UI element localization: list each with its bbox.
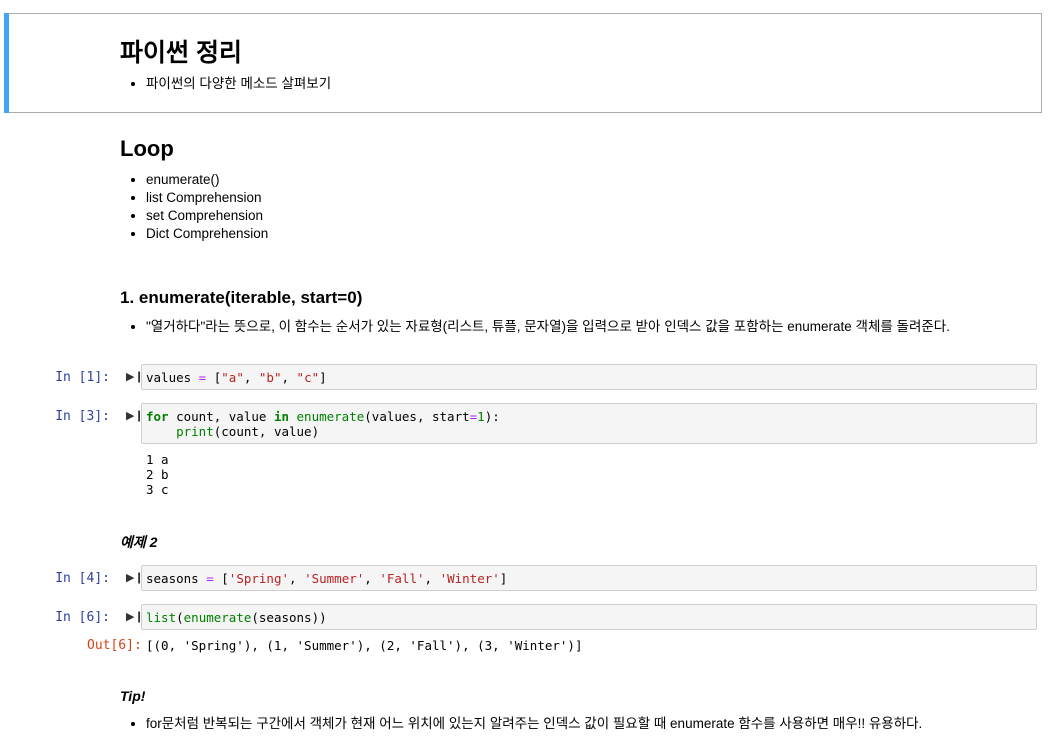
loop-bullets: enumerate() list Comprehension set Compr…: [120, 171, 268, 243]
list-item: 파이썬의 다양한 메소드 살펴보기: [146, 75, 331, 93]
cell-output: 1 a 2 b 3 c: [146, 452, 169, 497]
enumerate-heading: 1. enumerate(iterable, start=0): [120, 288, 363, 307]
list-item: list Comprehension: [146, 189, 268, 207]
code-cell-6[interactable]: list(enumerate(seasons)): [141, 604, 1037, 630]
page-title: 파이썬 정리: [120, 39, 242, 67]
cell-selection-indicator: [4, 13, 9, 113]
code-cell-3[interactable]: for count, value in enumerate(values, st…: [141, 403, 1037, 444]
list-item: set Comprehension: [146, 207, 268, 225]
input-prompt: In [1]:: [55, 370, 110, 385]
tip-bullets: for문처럼 반복되는 구간에서 객체가 현재 어느 위치에 있는지 알려주는 …: [120, 715, 1046, 733]
loop-heading: Loop: [120, 136, 174, 161]
list-item: for문처럼 반복되는 구간에서 객체가 현재 어느 위치에 있는지 알려주는 …: [146, 715, 1046, 733]
list-item: enumerate(): [146, 171, 268, 189]
input-prompt: In [6]:: [55, 610, 110, 625]
title-bullets: 파이썬의 다양한 메소드 살펴보기: [120, 75, 331, 93]
output-prompt: Out[6]:: [87, 638, 142, 653]
code-cell-1[interactable]: values = ["a", "b", "c"]: [141, 364, 1037, 390]
selected-markdown-cell[interactable]: 파이썬 정리 파이썬의 다양한 메소드 살펴보기: [4, 13, 1042, 113]
input-prompt: In [4]:: [55, 571, 110, 586]
list-item: "열거하다"라는 뜻으로, 이 함수는 순서가 있는 자료형(리스트, 튜플, …: [146, 318, 1046, 336]
enumerate-bullets: "열거하다"라는 뜻으로, 이 함수는 순서가 있는 자료형(리스트, 튜플, …: [120, 318, 1046, 336]
example-label: 예제 2: [120, 534, 158, 550]
input-prompt: In [3]:: [55, 409, 110, 424]
tip-label: Tip!: [120, 688, 146, 704]
list-item: Dict Comprehension: [146, 225, 268, 243]
code-cell-4[interactable]: seasons = ['Spring', 'Summer', 'Fall', '…: [141, 565, 1037, 591]
cell-output: [(0, 'Spring'), (1, 'Summer'), (2, 'Fall…: [146, 638, 583, 653]
